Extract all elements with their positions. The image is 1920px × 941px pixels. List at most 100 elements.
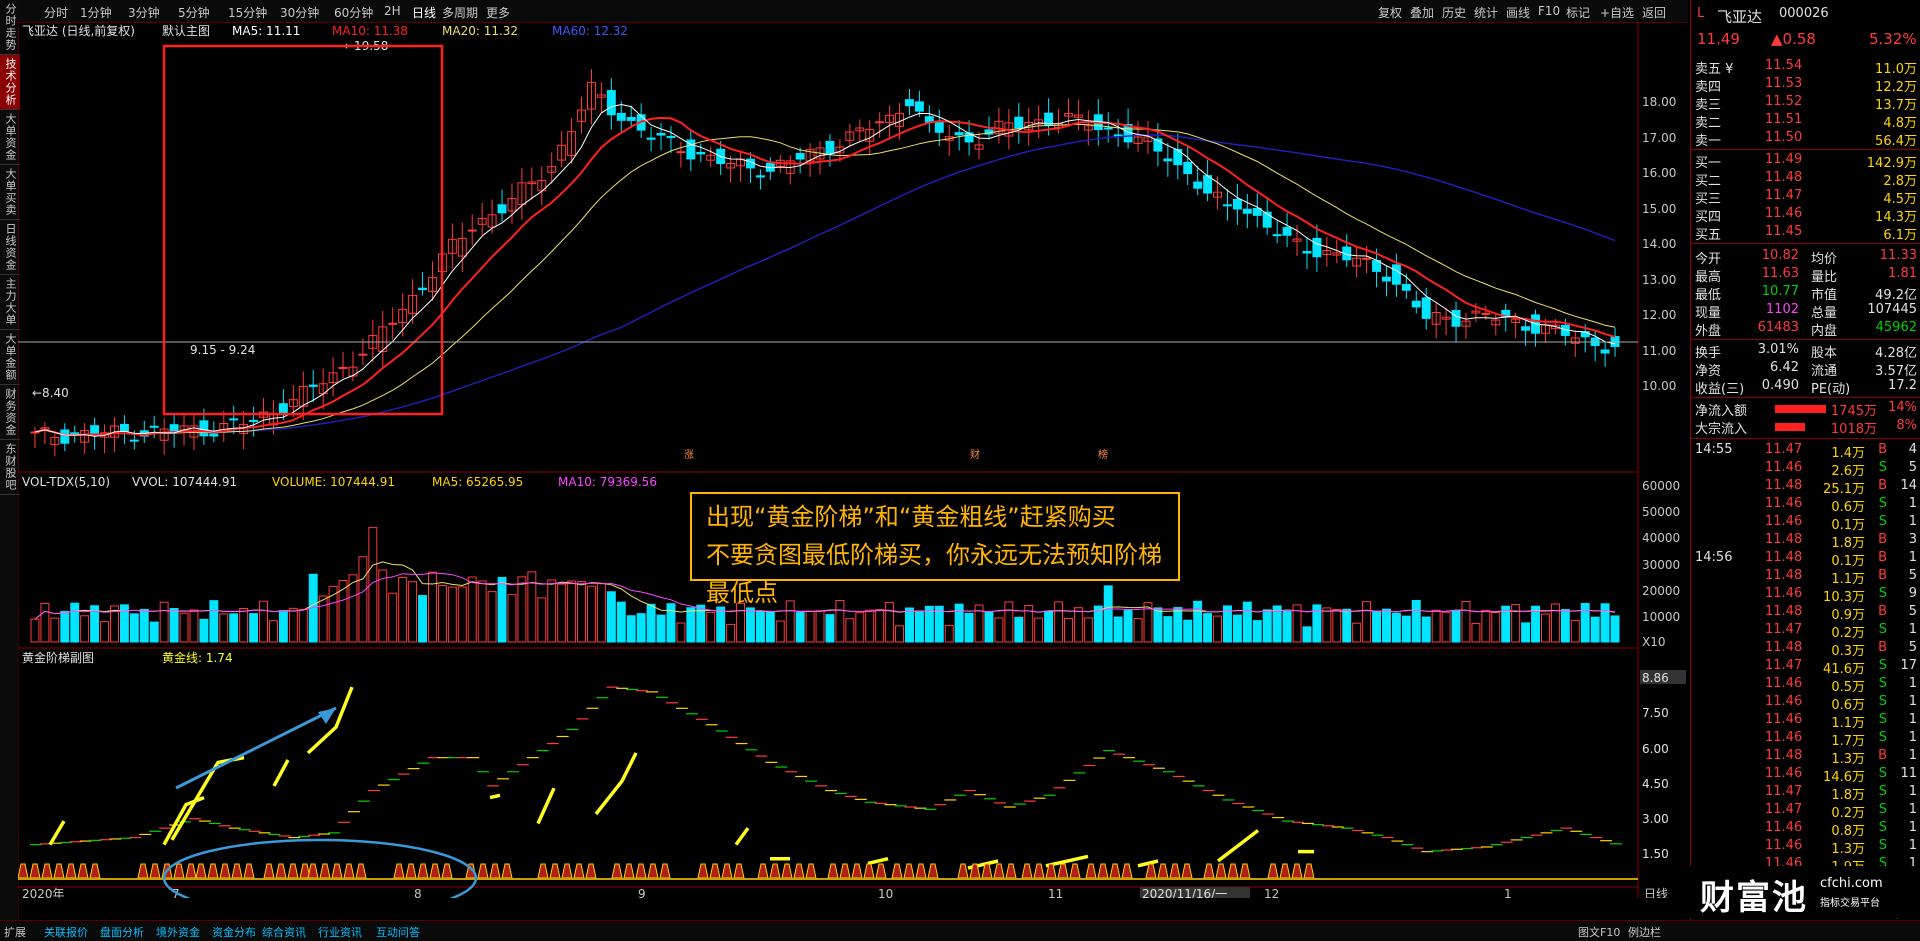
stat-value: 3.57亿	[1875, 364, 1917, 379]
tick-bs: S	[1878, 622, 1887, 637]
bottom-right-item-1[interactable]: 例边栏	[1628, 924, 1661, 940]
bottom-item-3[interactable]: 境外资金	[156, 924, 200, 940]
left-tab-0[interactable]: 分时走势	[0, 0, 20, 55]
band-trapezoid	[839, 863, 851, 879]
tick-vol: 1.7万	[1831, 734, 1865, 749]
tool-2[interactable]: 历史	[1442, 4, 1466, 21]
volume-bar	[765, 611, 775, 643]
candle-body	[338, 366, 348, 369]
left-tab-8[interactable]: 东财股吧	[0, 440, 20, 495]
bottom-item-7[interactable]: 互动问答	[376, 924, 420, 940]
volume-bar	[1073, 607, 1083, 643]
bottom-item-6[interactable]: 行业资讯	[318, 924, 362, 940]
left-tab-label: 主力大单	[4, 278, 17, 326]
band-trapezoid	[1069, 863, 1081, 879]
stat-row: 最高 11.63 量比 1.81	[1695, 266, 1917, 285]
candle-body	[795, 153, 805, 160]
bottom-item-1[interactable]: 关联报价	[44, 924, 88, 940]
gold-title: 黄金阶梯副图	[22, 650, 94, 665]
candle-body	[1163, 158, 1173, 162]
candle-body	[1391, 264, 1401, 285]
period-6[interactable]: 60分钟	[334, 4, 373, 21]
stat-label: 现量	[1695, 306, 1722, 321]
chart-area[interactable]: 飞亚达 (日线,前复权) 默认主图 MA5: 11.11 MA10: 11.38 MA2…	[18, 22, 1688, 898]
bottom-item-5[interactable]: 综合资讯	[262, 924, 306, 940]
left-tab-3[interactable]: 大单买卖	[0, 165, 20, 220]
tool-0[interactable]: 复权	[1378, 4, 1402, 21]
candle-body	[1282, 227, 1292, 236]
price-tick: 12.00	[1642, 308, 1676, 322]
period-4[interactable]: 15分钟	[228, 4, 267, 21]
stock-name: 飞亚达	[1717, 8, 1763, 26]
band-trapezoid	[1109, 863, 1121, 879]
band-trapezoid	[1181, 863, 1193, 879]
bottom-item-0[interactable]: 扩展	[4, 924, 26, 940]
period-2[interactable]: 3分钟	[128, 4, 160, 21]
bottom-right-item-0[interactable]: 图文F10	[1578, 924, 1620, 940]
left-tab-6[interactable]: 大单金额	[0, 330, 20, 385]
volume-bar	[1382, 608, 1391, 643]
tick-count: 1	[1908, 748, 1917, 763]
left-tab-2[interactable]: 大单资金	[0, 110, 20, 165]
bottom-item-2[interactable]: 盘面分析	[100, 924, 144, 940]
tick-price: 11.46	[1765, 712, 1803, 727]
left-tab-label: 财务资金	[4, 388, 17, 436]
volume-bar	[378, 569, 388, 643]
tool-7[interactable]: +自选	[1600, 4, 1634, 21]
volume-bar	[716, 606, 726, 643]
period-7[interactable]: 2H	[384, 4, 401, 18]
band-trapezoid	[851, 863, 863, 879]
tick-bs: B	[1878, 442, 1887, 457]
period-10[interactable]: 更多	[486, 4, 510, 21]
volume-bar	[149, 621, 159, 643]
period-3[interactable]: 5分钟	[178, 4, 210, 21]
tick-row: 11.47 41.6万 S 17	[1695, 658, 1917, 677]
band-trapezoid	[769, 863, 781, 879]
band-trapezoid	[757, 863, 769, 879]
bottom-item-4[interactable]: 资金分布	[212, 924, 256, 940]
tool-6[interactable]: 标记	[1566, 4, 1590, 21]
tool-4[interactable]: 画线	[1506, 4, 1530, 21]
gold-thick-line	[48, 820, 66, 846]
price-tick: 17.00	[1642, 131, 1676, 145]
tool-3[interactable]: 统计	[1474, 4, 1498, 21]
period-5[interactable]: 30分钟	[280, 4, 319, 21]
left-tab-4[interactable]: 日线资金	[0, 220, 20, 275]
stock-price: 11.49	[1697, 30, 1740, 48]
left-tab-1[interactable]: 技术分析	[0, 55, 20, 110]
left-tab-7[interactable]: 财务资金	[0, 385, 20, 440]
tick-vol: 1.1万	[1831, 572, 1865, 587]
tick-price: 11.46	[1765, 694, 1803, 709]
band-trapezoid	[441, 863, 453, 879]
tick-row: 11.46 0.6万 S 1	[1695, 694, 1917, 713]
band-trapezoid	[733, 863, 745, 879]
volume-bar	[1511, 604, 1521, 643]
gold-thick-line	[734, 827, 750, 846]
volume-bar	[40, 603, 50, 643]
period-0[interactable]: 分时	[44, 4, 68, 21]
event-mark-0: 涨	[684, 449, 694, 461]
tick-bs: S	[1878, 730, 1887, 745]
band-trapezoid	[489, 863, 501, 879]
tool-1[interactable]: 叠加	[1410, 4, 1434, 21]
volume-bar	[914, 610, 924, 643]
main-panel-frame	[18, 22, 1639, 473]
volume-bar	[1232, 614, 1242, 643]
period-9[interactable]: 多周期	[442, 4, 478, 21]
band-trapezoid	[89, 863, 101, 879]
period-1[interactable]: 1分钟	[80, 4, 112, 21]
period-8[interactable]: 日线	[412, 4, 436, 21]
tool-8[interactable]: 返回	[1642, 4, 1666, 21]
volume-bar	[905, 607, 914, 643]
tool-5[interactable]: F10	[1538, 4, 1560, 18]
band-trapezoid	[1033, 863, 1045, 879]
band-trapezoid	[903, 863, 915, 879]
tick-row: 11.48 1.8万 B 3	[1695, 532, 1917, 551]
volume-bar	[676, 622, 686, 643]
candle-body	[278, 403, 288, 415]
volume-bar	[1471, 623, 1481, 643]
volume-bar	[557, 583, 567, 643]
tick-bs: B	[1878, 568, 1887, 583]
left-tab-5[interactable]: 主力大单	[0, 275, 20, 330]
tick-count: 5	[1908, 460, 1917, 475]
